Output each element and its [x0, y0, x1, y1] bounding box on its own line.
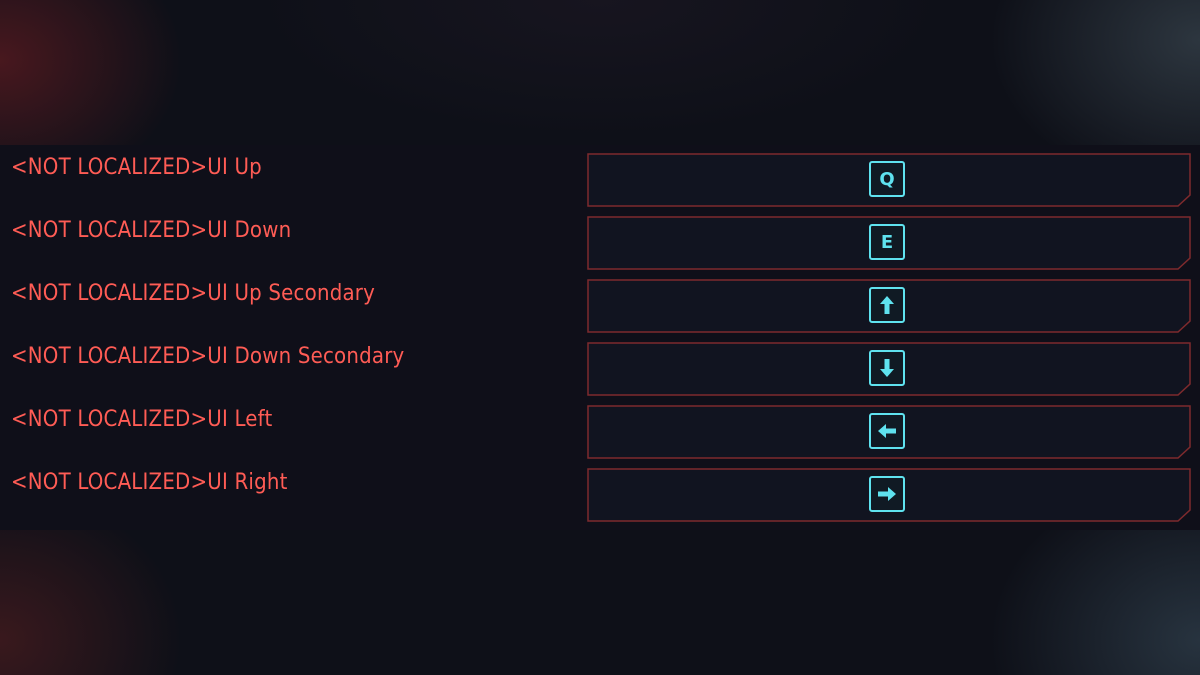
arrow-left-icon: [878, 424, 896, 438]
keybinding-slot[interactable]: [587, 342, 1191, 396]
keybinding-label: <NOT LOCALIZED>UI Up Secondary: [11, 281, 376, 306]
arrow-up-icon: [880, 296, 894, 314]
keybinding-row-ui-right: <NOT LOCALIZED>UI Right: [0, 460, 1200, 522]
keybinding-label: <NOT LOCALIZED>UI Up: [11, 155, 262, 180]
keybinding-slot[interactable]: E: [587, 216, 1191, 270]
keybinding-list: <NOT LOCALIZED>UI Up Q <NOT LOCALIZED>UI…: [0, 145, 1200, 530]
keybinding-label: <NOT LOCALIZED>UI Right: [11, 470, 288, 495]
keybinding-row-ui-up-secondary: <NOT LOCALIZED>UI Up Secondary: [0, 271, 1200, 333]
keybinding-row-ui-up: <NOT LOCALIZED>UI Up Q: [0, 145, 1200, 207]
key-cap: [869, 350, 905, 386]
key-cap: [869, 287, 905, 323]
keybinding-slot[interactable]: Q: [587, 153, 1191, 207]
key-cap: [869, 476, 905, 512]
keybinding-label: <NOT LOCALIZED>UI Down: [11, 218, 292, 243]
keybinding-row-ui-left: <NOT LOCALIZED>UI Left: [0, 397, 1200, 459]
arrow-down-icon: [880, 359, 894, 377]
keybinding-slot[interactable]: [587, 405, 1191, 459]
key-cap: Q: [869, 161, 905, 197]
keybinding-slot[interactable]: [587, 468, 1191, 522]
keybinding-row-ui-down-secondary: <NOT LOCALIZED>UI Down Secondary: [0, 334, 1200, 396]
keybinding-label: <NOT LOCALIZED>UI Down Secondary: [11, 344, 405, 369]
key-label: Q: [879, 168, 895, 190]
keybinding-row-ui-down: <NOT LOCALIZED>UI Down E: [0, 208, 1200, 270]
key-cap: E: [869, 224, 905, 260]
key-cap: [869, 413, 905, 449]
key-label: E: [880, 231, 894, 253]
keybinding-label: <NOT LOCALIZED>UI Left: [11, 407, 273, 432]
arrow-right-icon: [878, 487, 896, 501]
keybinding-slot[interactable]: [587, 279, 1191, 333]
